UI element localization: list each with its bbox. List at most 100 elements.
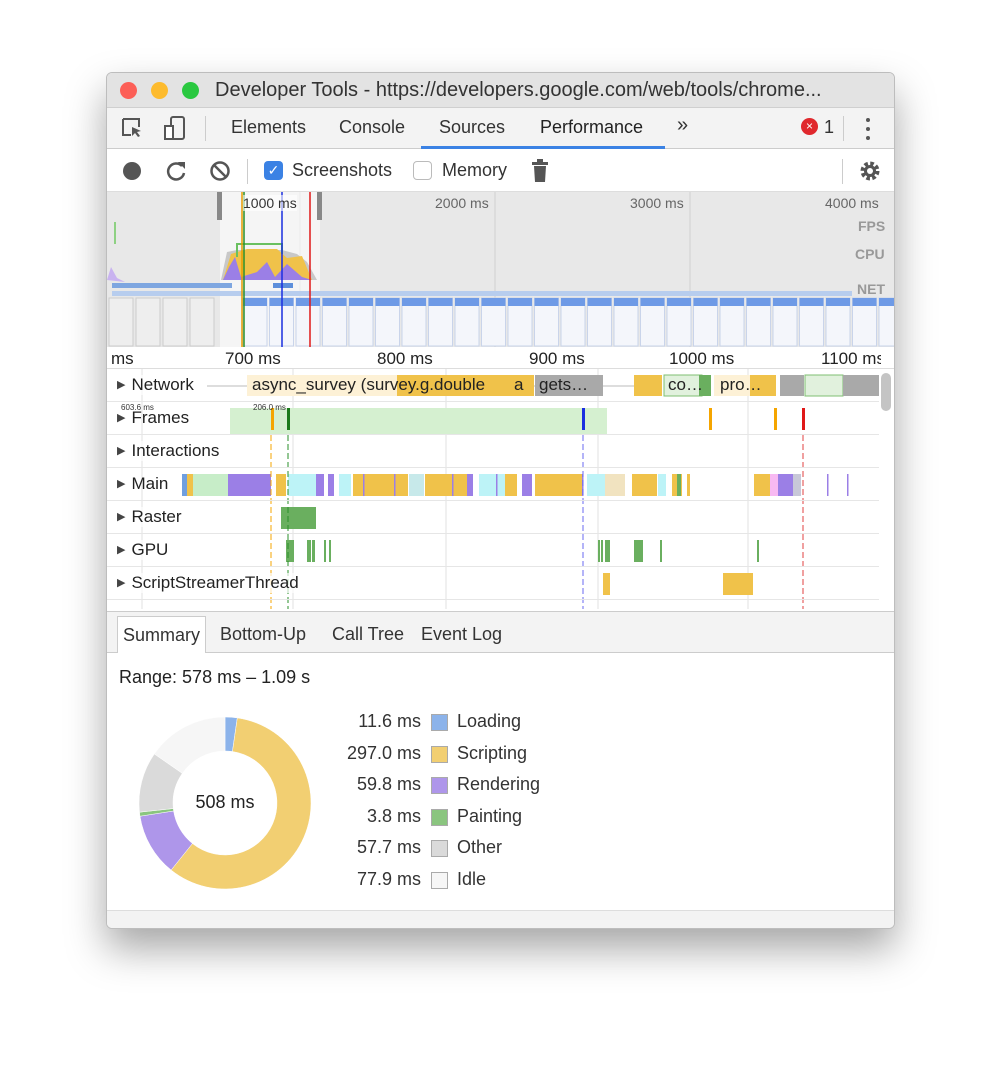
tab-event-log[interactable]: Event Log bbox=[416, 616, 507, 653]
screenshot-thumbnail-header bbox=[349, 298, 373, 306]
legend-value: 77.9 ms bbox=[356, 868, 421, 889]
memory-label: Memory bbox=[442, 160, 508, 180]
track-toggle[interactable]: Interactions bbox=[117, 441, 220, 461]
tab-summary[interactable]: Summary bbox=[117, 616, 207, 653]
overview-chart[interactable] bbox=[107, 192, 895, 347]
close-window-button[interactable] bbox=[120, 82, 137, 99]
legend-item: 297.0 ms Scripting bbox=[307, 743, 557, 767]
screenshot-thumbnail-header bbox=[826, 298, 850, 306]
legend-value: 59.8 ms bbox=[356, 774, 421, 794]
screenshot-thumbnail-header bbox=[587, 298, 612, 306]
net-bar bbox=[112, 283, 232, 288]
selection-handle-right bbox=[317, 192, 322, 220]
legend-label: Loading bbox=[457, 711, 522, 731]
overview-tick: 2000 ms bbox=[435, 195, 489, 211]
tab-console[interactable]: Console bbox=[339, 117, 405, 138]
fps-bar bbox=[114, 222, 116, 244]
screenshot-thumbnail-header bbox=[799, 298, 824, 306]
track-gpu[interactable]: GPU bbox=[107, 534, 879, 567]
screenshot-thumbnail-header bbox=[852, 298, 877, 306]
timeline-overview[interactable]: 1000 ms 2000 ms 3000 ms 4000 ms FPS CPU … bbox=[107, 192, 894, 347]
selection-handle-left bbox=[217, 192, 222, 220]
track-toggle[interactable]: Raster bbox=[117, 507, 182, 527]
settings-gear-icon[interactable] bbox=[858, 159, 882, 183]
legend-swatch bbox=[431, 840, 448, 857]
net-label: NET bbox=[857, 281, 885, 297]
track-raster[interactable]: Raster bbox=[107, 501, 879, 534]
device-toolbar-icon[interactable] bbox=[163, 115, 187, 143]
tab-performance[interactable]: Performance bbox=[540, 117, 643, 138]
screenshot-thumbnail-header bbox=[375, 298, 400, 306]
track-toggle[interactable]: Main bbox=[117, 474, 168, 494]
legend-value: 297.0 ms bbox=[346, 742, 421, 763]
tab-bottom-up[interactable]: Bottom-Up bbox=[215, 616, 311, 653]
track-toggle[interactable]: ScriptStreamerThread bbox=[117, 573, 299, 593]
ruler-tick: 800 ms bbox=[377, 349, 433, 368]
net-bar bbox=[273, 283, 293, 288]
screenshot-thumbnail-header bbox=[614, 298, 638, 306]
clear-icon[interactable] bbox=[209, 160, 231, 182]
screenshot-thumbnail-header bbox=[322, 298, 347, 306]
trash-icon[interactable] bbox=[531, 159, 549, 183]
fps-label: FPS bbox=[858, 218, 886, 234]
error-count[interactable]: 1 bbox=[824, 117, 834, 138]
devtools-window: Developer Tools - https://developers.goo… bbox=[106, 72, 895, 929]
overview-tick: 1000 ms bbox=[243, 195, 297, 211]
screenshots-checkbox[interactable]: ✓ bbox=[264, 161, 283, 180]
screenshot-thumbnail-header bbox=[746, 298, 771, 306]
tab-elements[interactable]: Elements bbox=[231, 117, 306, 138]
track-frames[interactable]: Frames bbox=[107, 402, 879, 435]
legend-label: Idle bbox=[457, 868, 487, 889]
summary-total: 508 ms bbox=[195, 792, 255, 812]
legend-item: 11.6 ms Loading bbox=[307, 711, 557, 735]
track-toggle[interactable]: GPU bbox=[117, 540, 169, 560]
memory-checkbox[interactable] bbox=[413, 161, 432, 180]
inspect-element-icon[interactable] bbox=[121, 117, 145, 141]
more-options-icon[interactable] bbox=[866, 116, 872, 140]
legend-swatch bbox=[431, 777, 448, 794]
tab-call-tree[interactable]: Call Tree bbox=[327, 616, 409, 653]
tab-sources[interactable]: Sources bbox=[439, 117, 505, 138]
screenshot-thumbnail bbox=[189, 297, 215, 347]
more-tabs-button[interactable]: » bbox=[677, 114, 688, 137]
minimize-window-button[interactable] bbox=[151, 82, 168, 99]
legend-swatch bbox=[431, 871, 448, 889]
screenshot-thumbnail-header bbox=[481, 298, 506, 306]
overview-tick: 3000 ms bbox=[630, 195, 684, 211]
track-toggle[interactable]: Network bbox=[117, 375, 194, 395]
performance-toolbar: ✓ Screenshots Memory bbox=[107, 150, 894, 192]
title-bar: Developer Tools - https://developers.goo… bbox=[107, 73, 894, 108]
record-button[interactable] bbox=[123, 162, 141, 180]
track-toggle[interactable]: Frames bbox=[117, 408, 189, 428]
screenshot-thumbnail-header bbox=[455, 298, 479, 306]
legend-swatch bbox=[431, 714, 448, 731]
track-main[interactable]: Main bbox=[107, 468, 879, 501]
vertical-scrollbar[interactable] bbox=[881, 373, 891, 411]
screenshot-thumbnail-header bbox=[640, 298, 665, 306]
cpu-label: CPU bbox=[855, 246, 885, 262]
legend-value: 11.6 ms bbox=[358, 711, 421, 731]
screenshot-thumbnail-header bbox=[508, 298, 532, 306]
track-interactions[interactable]: Interactions bbox=[107, 435, 879, 468]
screenshot-thumbnail bbox=[162, 297, 188, 347]
ruler-tick: ms bbox=[111, 349, 134, 368]
status-footer bbox=[107, 910, 894, 928]
legend-label: Painting bbox=[457, 805, 523, 826]
screenshot-thumbnail bbox=[135, 297, 161, 347]
maximize-window-button[interactable] bbox=[182, 82, 199, 99]
legend-label: Rendering bbox=[457, 774, 541, 794]
screenshot-thumbnail-header bbox=[561, 298, 585, 306]
overview-tick: 4000 ms bbox=[825, 195, 879, 211]
panel-tabs: Elements Console Sources Performance » ×… bbox=[107, 108, 894, 149]
track-network[interactable]: Network bbox=[107, 369, 879, 402]
legend-value: 57.7 ms bbox=[356, 837, 421, 857]
track-scriptstreamer[interactable]: ScriptStreamerThread bbox=[107, 567, 879, 600]
screenshot-thumbnail-header bbox=[402, 298, 426, 306]
ruler-tick: 700 ms bbox=[225, 349, 281, 368]
error-icon[interactable]: × bbox=[801, 118, 818, 135]
legend-label: Scripting bbox=[457, 742, 528, 763]
flame-tracks[interactable]: async_survey (survey.g.double a gets… co… bbox=[107, 369, 894, 609]
screenshot-thumbnail-header bbox=[243, 298, 267, 306]
reload-icon[interactable] bbox=[165, 160, 187, 182]
active-tab-indicator bbox=[421, 146, 665, 149]
